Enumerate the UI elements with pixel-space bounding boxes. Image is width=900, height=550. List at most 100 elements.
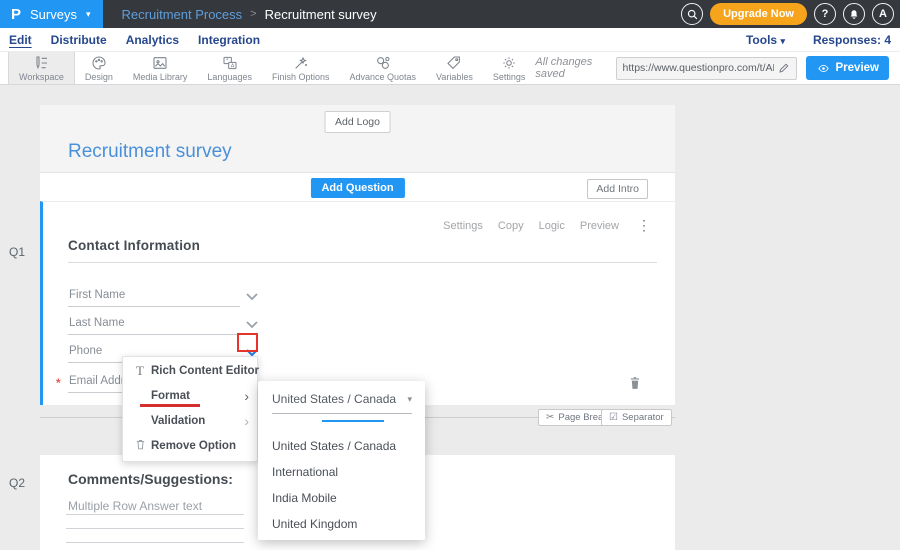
format-options-list: United States / Canada International Ind… [258,433,425,537]
toolbar-item-media-library[interactable]: Media Library [123,52,198,84]
field-first-name[interactable]: First Name [68,286,286,308]
separator-label: Separator [622,412,664,423]
toolbar-item-label: Variables [436,72,473,82]
submenu-arrow-icon: › [244,388,249,404]
tools-menu[interactable]: Tools ▾ [746,33,785,47]
survey-url-box[interactable]: https://www.questionpro.com/t/APNrFZ [616,57,797,80]
format-option-india-mobile[interactable]: India Mobile [258,485,425,511]
upgrade-now-button[interactable]: Upgrade Now [710,3,807,25]
survey-header: Add Logo Recruitment survey [40,105,675,172]
row-option-context-menu: T Rich Content Editor Format › Validatio… [122,356,258,462]
annotation-underline [140,404,200,407]
toolbar-item-label: Workspace [19,72,64,82]
toolbar-item-design[interactable]: Design [75,52,123,84]
question1-number: Q1 [9,245,25,259]
separator-button[interactable]: ☑ Separator [601,409,672,426]
format-option-us-canada[interactable]: United States / Canada [258,433,425,459]
format-selected-value: United States / Canada [272,392,396,406]
help-button[interactable]: ? [814,3,836,25]
question1-actions: Settings Copy Logic Preview ⋮ [443,217,651,234]
question-settings-link[interactable]: Settings [443,220,483,232]
question2-number: Q2 [9,476,25,490]
toolbar-item-label: Languages [207,72,252,82]
question1-title-underline [68,262,657,263]
toolbar-item-label: Finish Options [272,72,330,82]
editor-toolbar: Workspace Design Media Library A* Langua… [0,52,900,85]
annotation-highlight-box [237,333,258,352]
tab-analytics[interactable]: Analytics [126,33,179,47]
product-label: Surveys [30,7,77,22]
caret-down-icon: ▾ [86,9,91,20]
nav-right: Tools ▾ Responses: 4 [746,33,900,47]
topbar-actions: Upgrade Now ? A [681,3,900,25]
toolbar-item-label: Media Library [133,72,188,82]
select-caret-icon: ▾ [407,394,412,405]
svg-text:A: A [230,63,234,69]
tab-integration[interactable]: Integration [198,33,260,47]
tab-edit[interactable]: Edit [9,33,32,47]
kebab-menu-icon[interactable]: ⋮ [637,217,651,234]
menu-item-remove-option[interactable]: Remove Option [123,434,257,459]
notifications-button[interactable] [843,3,865,25]
question-preview-link[interactable]: Preview [580,220,619,232]
rich-text-icon: T [132,363,148,379]
edit-pencil-icon [778,62,790,74]
answer-line[interactable] [66,514,244,515]
tools-label: Tools [746,33,777,47]
surveys-product-menu[interactable]: P Surveys ▾ [0,0,103,28]
question-copy-link[interactable]: Copy [498,220,524,232]
toolbar-item-languages[interactable]: A* Languages [197,52,262,84]
toolbar-item-workspace[interactable]: Workspace [8,52,75,84]
question-logic-link[interactable]: Logic [539,220,565,232]
top-bar: P Surveys ▾ Recruitment Process > Recrui… [0,0,900,28]
answer-line[interactable] [66,528,244,529]
toolbar-item-settings[interactable]: Settings [483,52,536,84]
toolbar-item-advance-quotas[interactable]: Advance Quotas [339,52,426,84]
format-select[interactable]: United States / Canada ▾ [272,392,412,414]
toolbar-item-variables[interactable]: Variables [426,52,483,84]
menu-item-rich-content-editor[interactable]: T Rich Content Editor [123,359,257,384]
checkbox-icon: ☑ [609,412,618,423]
toolbar-right: All changes saved https://www.questionpr… [535,52,900,84]
eye-icon [816,63,831,74]
select-focus-indicator [322,420,384,422]
answer-line[interactable] [66,542,244,543]
add-logo-button[interactable]: Add Logo [324,111,391,133]
toolbar-item-label: Settings [493,72,526,82]
question1-title[interactable]: Contact Information [68,238,200,253]
account-avatar[interactable]: A [872,3,894,25]
chevron-down-icon[interactable] [245,320,259,329]
magic-wand-icon [293,55,309,71]
preview-label: Preview [836,62,879,74]
workspace-icon [33,55,49,71]
question2-title[interactable]: Comments/Suggestions: [68,471,233,487]
submenu-arrow-icon: › [244,413,249,429]
breadcrumb: Recruitment Process > Recruitment survey [122,7,377,22]
search-button[interactable] [681,3,703,25]
tab-distribute[interactable]: Distribute [51,33,107,47]
format-submenu-panel: United States / Canada ▾ United States /… [258,381,425,540]
format-option-united-kingdom[interactable]: United Kingdom [258,511,425,537]
survey-canvas: Add Logo Recruitment survey Add Question… [0,85,900,550]
breadcrumb-separator: > [250,8,256,20]
questionpro-survey-editor: P Surveys ▾ Recruitment Process > Recrui… [0,0,900,550]
menu-item-label: Remove Option [151,440,236,452]
save-status: All changes saved [535,56,606,80]
trash-icon [132,438,148,455]
toolbar-item-finish-options[interactable]: Finish Options [262,52,340,84]
format-option-international[interactable]: International [258,459,425,485]
tag-icon [446,55,462,71]
preview-button[interactable]: Preview [806,56,889,80]
add-question-button[interactable]: Add Question [310,178,404,198]
toolbar-item-label: Design [85,72,113,82]
survey-title[interactable]: Recruitment survey [68,141,232,163]
breadcrumb-folder-link[interactable]: Recruitment Process [122,7,243,22]
answer-placeholder[interactable]: Multiple Row Answer text [68,499,202,513]
section-nav: Edit Distribute Analytics Integration To… [0,28,900,52]
add-intro-button[interactable]: Add Intro [587,179,648,199]
delete-question-icon[interactable] [628,375,642,391]
toolbar-item-label: Advance Quotas [349,72,416,82]
responses-link[interactable]: Responses: 4 [813,33,891,47]
menu-item-validation[interactable]: Validation › [123,409,257,434]
chevron-down-icon[interactable] [245,292,259,301]
